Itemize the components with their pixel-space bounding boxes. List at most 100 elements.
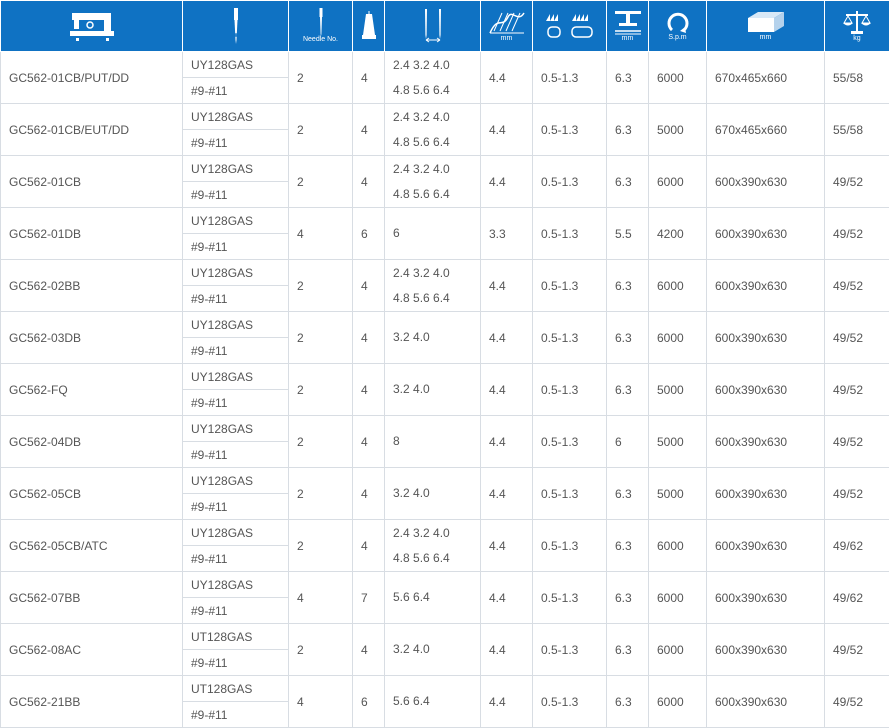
thread-count-cell: 7	[353, 572, 385, 624]
dimension-caption: mm	[760, 34, 772, 42]
needle-size-cell: #9-#11	[183, 182, 289, 208]
needle-gauge-line: 8	[393, 429, 480, 454]
thread-count-cell: 6	[353, 676, 385, 728]
speed-cell: 5000	[649, 104, 707, 156]
header-differential-feed	[533, 1, 607, 52]
needle-count-cell: 2	[289, 156, 353, 208]
needle-size-cell: #9-#11	[183, 390, 289, 416]
needle-gauge-cell: 3.2 4.0	[385, 624, 481, 676]
stitch-length-caption: mm	[501, 35, 513, 43]
needle-gauge-line: 4.8 5.6 6.4	[393, 182, 480, 207]
model-cell: GC562-01CB/PUT/DD	[1, 52, 183, 104]
header-needle-count: Needle No.	[289, 1, 353, 52]
needle-gauge-line: 3.2 4.0	[393, 377, 480, 402]
foot-lift-cell: 6.3	[607, 312, 649, 364]
needle-size-cell: #9-#11	[183, 650, 289, 676]
needle-size-cell: #9-#11	[183, 442, 289, 468]
speed-cell: 6000	[649, 312, 707, 364]
dimension-cell: 600x390x630	[707, 260, 825, 312]
needle-gauge-line: 4.8 5.6 6.4	[393, 546, 480, 571]
needle-gauge-cell: 3.2 4.0	[385, 312, 481, 364]
stitch-length-cell: 4.4	[481, 312, 533, 364]
table-header: Needle No.	[1, 1, 889, 52]
needle-type-cell: UY128GAS	[183, 156, 289, 182]
dimension-cell: 600x390x630	[707, 156, 825, 208]
speed-cell: 5000	[649, 468, 707, 520]
table-row: GC562-05CB/ATCUY128GAS242.4 3.2 4.04.8 5…	[1, 520, 889, 546]
header-model	[1, 1, 183, 52]
table-row: GC562-03DBUY128GAS243.2 4.04.40.5-1.36.3…	[1, 312, 889, 338]
thread-count-icon	[361, 11, 377, 41]
speed-caption: S.p.m	[668, 34, 686, 42]
needle-gauge-cell: 2.4 3.2 4.04.8 5.6 6.4	[385, 520, 481, 572]
speed-cell: 6000	[649, 260, 707, 312]
foot-lift-cell: 6.3	[607, 468, 649, 520]
needle-size-cell: #9-#11	[183, 286, 289, 312]
foot-lift-cell: 6	[607, 416, 649, 468]
model-cell: GC562-07BB	[1, 572, 183, 624]
table-row: GC562-01CB/PUT/DDUY128GAS242.4 3.2 4.04.…	[1, 52, 889, 78]
stitch-length-cell: 4.4	[481, 676, 533, 728]
package-box-icon	[746, 10, 786, 34]
stitch-length-cell: 4.4	[481, 624, 533, 676]
needle-size-cell: #9-#11	[183, 338, 289, 364]
dimension-cell: 600x390x630	[707, 312, 825, 364]
needle-gauge-cell: 5.6 6.4	[385, 572, 481, 624]
needle-gauge-icon	[420, 9, 446, 43]
dimension-cell: 600x390x630	[707, 416, 825, 468]
thread-count-cell: 4	[353, 416, 385, 468]
thread-count-cell: 4	[353, 260, 385, 312]
needle-gauge-line: 5.6 6.4	[393, 689, 480, 714]
speed-cell: 6000	[649, 572, 707, 624]
needle-gauge-line: 2.4 3.2 4.0	[393, 53, 480, 78]
needle-gauge-line: 3.2 4.0	[393, 481, 480, 506]
model-cell: GC562-04DB	[1, 416, 183, 468]
weight-cell: 49/52	[825, 260, 889, 312]
thread-count-cell: 4	[353, 52, 385, 104]
needle-gauge-cell: 6	[385, 208, 481, 260]
foot-lift-cell: 6.3	[607, 624, 649, 676]
table-row: GC562-01CBUY128GAS242.4 3.2 4.04.8 5.6 6…	[1, 156, 889, 182]
foot-lift-cell: 6.3	[607, 676, 649, 728]
thread-count-cell: 4	[353, 156, 385, 208]
weight-cell: 49/52	[825, 416, 889, 468]
model-cell: GC562-08AC	[1, 624, 183, 676]
speed-cell: 6000	[649, 52, 707, 104]
presser-foot-lift-icon	[613, 9, 643, 35]
needle-no-caption: Needle No.	[303, 36, 338, 44]
sewing-machine-icon	[68, 11, 116, 41]
table-row: GC562-21BBUT128GAS465.6 6.44.40.5-1.36.3…	[1, 676, 889, 702]
dimension-cell: 600x390x630	[707, 468, 825, 520]
needle-gauge-cell: 5.6 6.4	[385, 676, 481, 728]
foot-lift-caption: mm	[622, 35, 634, 43]
differential-feed-cell: 0.5-1.3	[533, 364, 607, 416]
needle-gauge-line: 5.6 6.4	[393, 585, 480, 610]
needle-count-cell: 2	[289, 312, 353, 364]
needle-gauge-cell: 2.4 3.2 4.04.8 5.6 6.4	[385, 104, 481, 156]
needle-count-cell: 2	[289, 364, 353, 416]
differential-feed-cell: 0.5-1.3	[533, 676, 607, 728]
model-cell: GC562-05CB/ATC	[1, 520, 183, 572]
foot-lift-cell: 6.3	[607, 52, 649, 104]
weight-caption: kg	[853, 35, 860, 43]
speed-cell: 6000	[649, 676, 707, 728]
stitch-length-cell: 4.4	[481, 156, 533, 208]
dimension-cell: 600x390x630	[707, 676, 825, 728]
table-row: GC562-04DBUY128GAS2484.40.5-1.365000600x…	[1, 416, 889, 442]
table-row: GC562-08ACUT128GAS243.2 4.04.40.5-1.36.3…	[1, 624, 889, 650]
needle-gauge-line: 2.4 3.2 4.0	[393, 521, 480, 546]
thread-count-cell: 4	[353, 312, 385, 364]
model-cell: GC562-01CB/EUT/DD	[1, 104, 183, 156]
header-dimension: mm	[707, 1, 825, 52]
needle-type-cell: UY128GAS	[183, 364, 289, 390]
needle-count-cell: 4	[289, 676, 353, 728]
needle-size-cell: #9-#11	[183, 130, 289, 156]
dimension-cell: 600x390x630	[707, 208, 825, 260]
needle-gauge-cell: 3.2 4.0	[385, 364, 481, 416]
dimension-cell: 670x465x660	[707, 104, 825, 156]
dimension-cell: 670x465x660	[707, 52, 825, 104]
speed-cell: 6000	[649, 520, 707, 572]
differential-feed-cell: 0.5-1.3	[533, 416, 607, 468]
differential-feed-cell: 0.5-1.3	[533, 624, 607, 676]
needle-gauge-cell: 2.4 3.2 4.04.8 5.6 6.4	[385, 156, 481, 208]
